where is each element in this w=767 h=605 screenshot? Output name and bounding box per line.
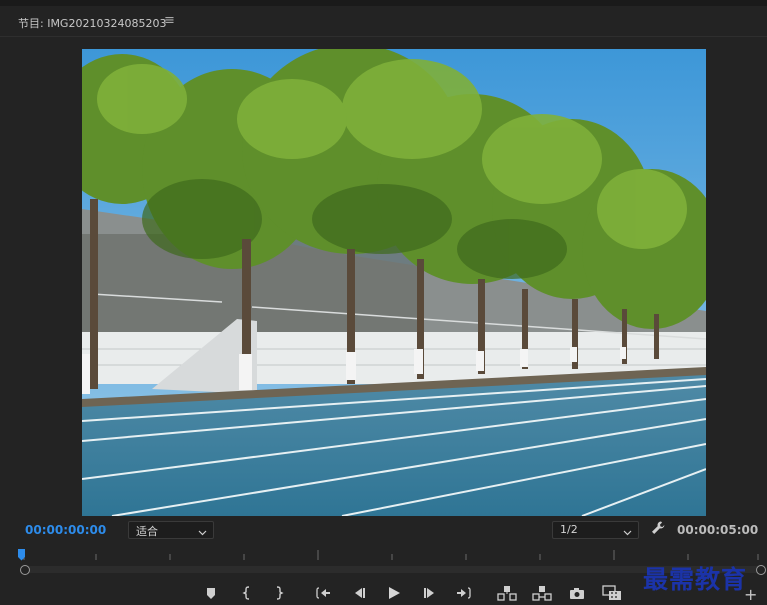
video-frame-image [82,49,706,516]
duration-timecode: 00:00:05:00 [677,523,759,537]
program-monitor-tab[interactable]: 节目: IMG20210324085203 ≡ [0,6,767,37]
extract-button[interactable] [532,584,552,602]
chevron-down-icon [198,526,207,539]
go-to-in-icon [316,587,330,599]
watermark-logo: 最需教育 [643,565,748,594]
mark-in-button[interactable] [238,584,256,602]
go-to-out-button[interactable] [455,584,473,602]
mark-out-button[interactable] [270,584,288,602]
marker-icon [207,588,215,599]
step-forward-icon [424,588,434,598]
mark-out-icon [276,586,284,600]
chevron-down-icon [623,526,632,539]
playhead[interactable] [17,548,27,564]
step-back-icon [355,588,365,598]
wrench-icon[interactable] [650,520,666,536]
camera-icon [570,588,584,599]
go-to-out-icon [457,587,471,599]
zoom-value: 适合 [136,525,158,538]
resolution-dropdown[interactable]: 1/2 [552,521,639,539]
step-back-button[interactable] [350,584,368,602]
go-to-in-button[interactable] [314,584,332,602]
resolution-value: 1/2 [560,523,578,536]
play-button[interactable] [385,584,403,602]
play-icon [389,587,400,599]
panel-title: 节目: IMG20210324085203 [18,17,167,30]
scrollbar-left-handle[interactable] [20,565,30,575]
export-frame-button[interactable] [568,584,586,602]
lift-button[interactable] [497,584,517,602]
lift-icon [497,586,517,601]
step-forward-button[interactable] [421,584,439,602]
mark-in-icon [242,586,250,600]
scrollbar-right-handle[interactable] [756,565,766,575]
extract-icon [532,586,552,601]
current-timecode[interactable]: 00:00:00:00 [25,523,106,537]
comparison-view-icon [602,585,621,600]
zoom-dropdown[interactable]: 适合 [128,521,214,539]
comparison-view-button[interactable] [602,584,622,602]
add-marker-button[interactable] [202,584,220,602]
program-monitor-viewer[interactable] [82,49,706,516]
hamburger-icon[interactable]: ≡ [164,13,175,28]
